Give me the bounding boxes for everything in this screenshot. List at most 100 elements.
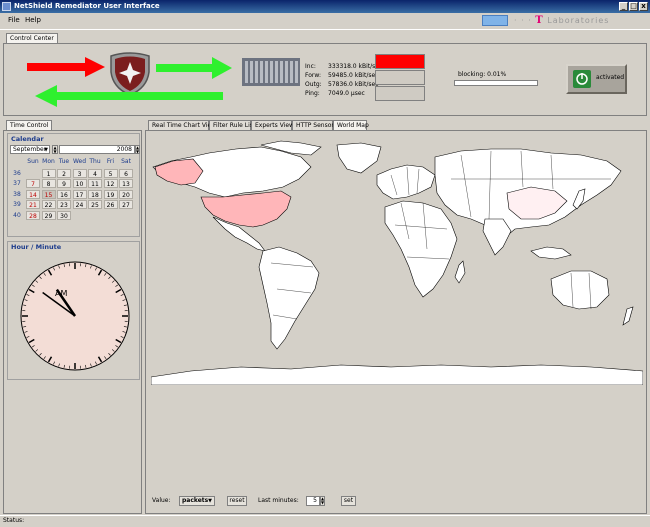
close-button[interactable]: x bbox=[639, 2, 648, 11]
stat-forw-value: 59485.0 kBit/sec bbox=[328, 72, 378, 79]
calendar-week-number: 40 bbox=[10, 211, 24, 220]
power-icon bbox=[573, 70, 591, 88]
brand-dots: · · · bbox=[514, 16, 532, 25]
calendar-day-header: Tue bbox=[57, 157, 71, 166]
calendar-day[interactable]: 11 bbox=[88, 179, 102, 188]
calendar-day[interactable]: 27 bbox=[119, 200, 133, 209]
activated-button[interactable]: activated bbox=[566, 64, 627, 94]
tab-http-sensors[interactable]: HTTP Sensors bbox=[292, 120, 333, 130]
calendar-title: Calendar bbox=[11, 135, 44, 143]
tab-filter-rule-list[interactable]: Filter Rule List bbox=[209, 120, 251, 130]
calendar-day-header: Fri bbox=[104, 157, 118, 166]
year-spinner[interactable]: ▲▼ bbox=[135, 145, 140, 154]
arrow-right-red-icon bbox=[27, 57, 107, 77]
stat-inc-label: Inc: bbox=[305, 63, 316, 70]
tab-experts-view[interactable]: Experts View bbox=[251, 120, 292, 130]
calendar-day[interactable]: 24 bbox=[73, 200, 87, 209]
year-value: 2008 bbox=[117, 146, 132, 153]
year-field[interactable]: 2008 bbox=[59, 145, 135, 154]
calendar-day[interactable]: 7 bbox=[26, 179, 40, 188]
analog-clock[interactable]: AM bbox=[17, 254, 133, 376]
last-minutes-field[interactable]: 5 bbox=[306, 496, 320, 506]
calendar-day[interactable]: 2 bbox=[57, 169, 71, 178]
time-control-panel: Calendar September ▼ ▲▼ 2008 ▲▼ SunMonTu… bbox=[3, 130, 142, 514]
month-select[interactable]: September ▼ bbox=[10, 145, 50, 154]
month-spinner[interactable]: ▲▼ bbox=[52, 145, 58, 154]
calendar-day[interactable]: 10 bbox=[73, 179, 87, 188]
calendar-week-number: 37 bbox=[10, 179, 24, 188]
calendar-day[interactable]: 4 bbox=[88, 169, 102, 178]
calendar-day[interactable]: 25 bbox=[88, 200, 102, 209]
blocking-label: blocking: 0.01% bbox=[458, 71, 506, 78]
calendar-day[interactable]: 5 bbox=[104, 169, 118, 178]
calendar-day[interactable]: 8 bbox=[42, 179, 56, 188]
calendar-day[interactable]: 30 bbox=[57, 211, 71, 220]
calendar-day bbox=[73, 211, 87, 220]
last-minutes-spinner[interactable]: ▲▼ bbox=[320, 496, 325, 506]
activated-label: activated bbox=[596, 74, 624, 81]
calendar-day[interactable]: 21 bbox=[26, 200, 40, 209]
window-titlebar: NetShield Remediator User Interface _ □ … bbox=[0, 0, 650, 13]
calendar-day-header: Sat bbox=[119, 157, 133, 166]
menu-file[interactable]: File bbox=[8, 16, 20, 24]
calendar-week-number: 36 bbox=[10, 169, 24, 178]
calendar-day[interactable]: 15 bbox=[42, 190, 56, 199]
world-map-panel: Value: packets ▼ reset Last minutes: 5 ▲… bbox=[145, 130, 647, 514]
calendar-day[interactable]: 22 bbox=[42, 200, 56, 209]
arrow-left-green-icon bbox=[35, 85, 225, 107]
reset-button[interactable]: reset bbox=[227, 496, 247, 506]
minimize-button[interactable]: _ bbox=[619, 2, 628, 11]
calendar-day bbox=[119, 211, 133, 220]
calendar-day[interactable]: 26 bbox=[104, 200, 118, 209]
indicator-forward bbox=[375, 70, 425, 85]
calendar-day[interactable]: 17 bbox=[73, 190, 87, 199]
value-select[interactable]: packets ▼ bbox=[179, 496, 215, 506]
calendar-day[interactable]: 6 bbox=[119, 169, 133, 178]
blocking-progress-bar bbox=[454, 80, 538, 86]
stat-outg-label: Outg: bbox=[305, 81, 322, 88]
calendar-day[interactable]: 13 bbox=[119, 179, 133, 188]
calendar-day[interactable]: 1 bbox=[42, 169, 56, 178]
calendar-day[interactable]: 19 bbox=[104, 190, 118, 199]
chevron-down-icon: ▼ bbox=[44, 146, 48, 154]
stat-outg-value: 57836.0 kBit/sec bbox=[328, 81, 378, 88]
clock-title: Hour / Minute bbox=[11, 243, 61, 251]
calendar-day[interactable]: 20 bbox=[119, 190, 133, 199]
brand-t-letter: T bbox=[535, 15, 543, 26]
value-select-text: packets bbox=[182, 497, 208, 504]
calendar-day bbox=[26, 169, 40, 178]
menu-bar: File Help · · · T Laboratories bbox=[0, 13, 650, 30]
calendar-day[interactable]: 16 bbox=[57, 190, 71, 199]
indicator-outgoing bbox=[375, 86, 425, 101]
arrow-right-green-icon bbox=[156, 57, 236, 79]
calendar-day[interactable]: 9 bbox=[57, 179, 71, 188]
server-icon bbox=[242, 58, 300, 86]
calendar-day bbox=[88, 211, 102, 220]
brand-text: Laboratories bbox=[547, 16, 609, 25]
calendar-day-header: Sun bbox=[26, 157, 40, 166]
calendar-day[interactable]: 12 bbox=[104, 179, 118, 188]
calendar-day[interactable]: 28 bbox=[26, 211, 40, 220]
tab-real-time-chart-view[interactable]: Real Time Chart View bbox=[148, 120, 209, 130]
calendar-group: Calendar September ▼ ▲▼ 2008 ▲▼ SunMonTu… bbox=[7, 133, 140, 237]
month-value: September bbox=[13, 146, 46, 153]
calendar-day[interactable]: 23 bbox=[57, 200, 71, 209]
world-map[interactable] bbox=[151, 139, 643, 385]
clock-group: Hour / Minute AM bbox=[7, 241, 140, 380]
stat-ping-value: 7049.0 µsec bbox=[328, 90, 365, 97]
set-button[interactable]: set bbox=[341, 496, 356, 506]
indicator-incoming bbox=[375, 54, 425, 69]
control-center-panel: Inc: 333318.0 kBit/sec Forw: 59485.0 kBi… bbox=[3, 43, 647, 116]
last-minutes-value: 5 bbox=[313, 497, 317, 504]
calendar-day-header: Wed bbox=[73, 157, 87, 166]
menu-help[interactable]: Help bbox=[25, 16, 41, 24]
calendar-day[interactable]: 29 bbox=[42, 211, 56, 220]
calendar-day[interactable]: 14 bbox=[26, 190, 40, 199]
status-bar: Status: bbox=[0, 515, 650, 527]
value-label: Value: bbox=[152, 497, 171, 504]
calendar-day[interactable]: 18 bbox=[88, 190, 102, 199]
stat-forw-label: Forw: bbox=[305, 72, 321, 79]
calendar-day[interactable]: 3 bbox=[73, 169, 87, 178]
maximize-button[interactable]: □ bbox=[629, 2, 638, 11]
last-minutes-label: Last minutes: bbox=[258, 497, 299, 504]
